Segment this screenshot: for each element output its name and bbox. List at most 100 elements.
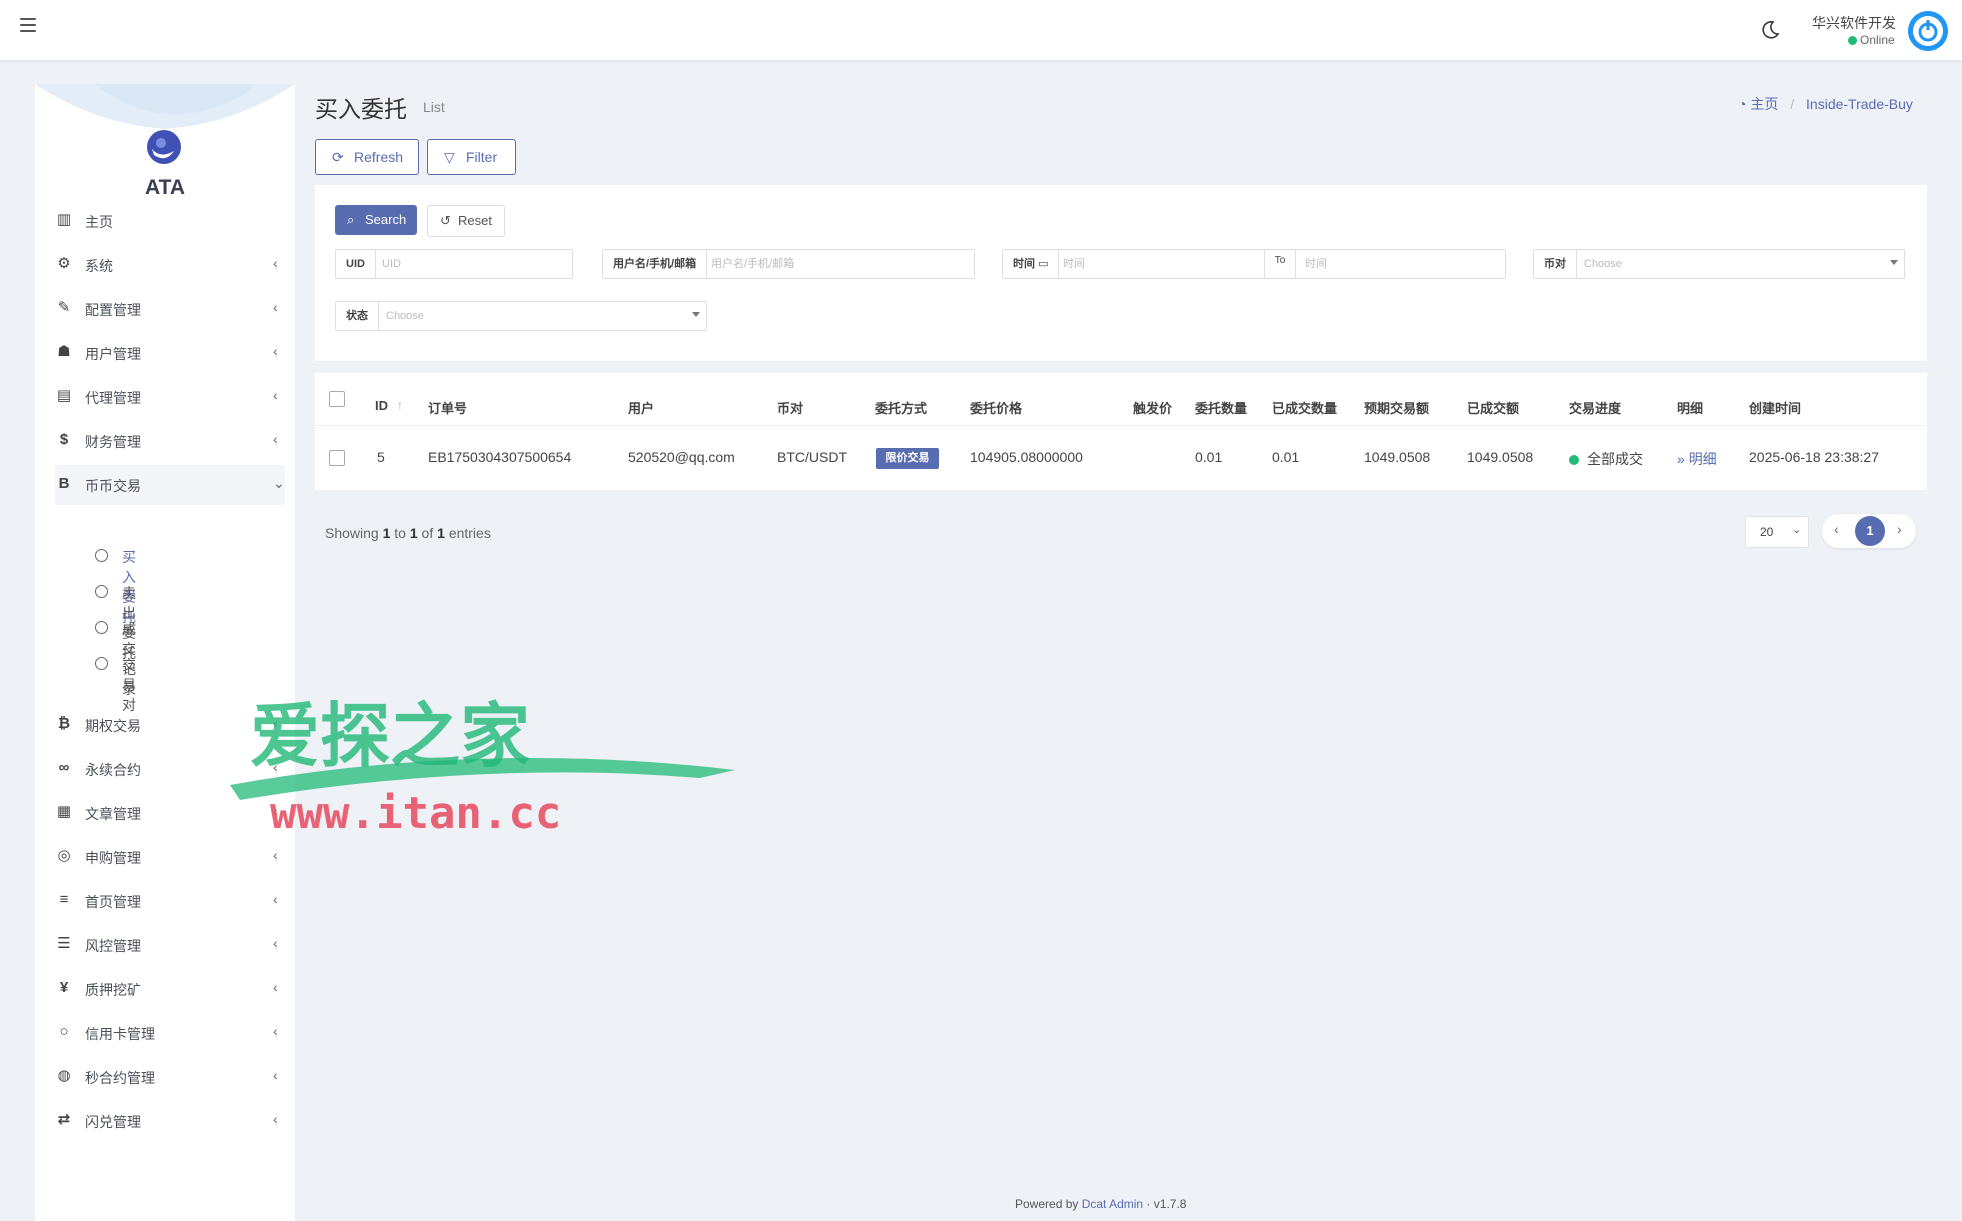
sidebar-item-10[interactable]: ◎ 申购管理 ‹ xyxy=(55,837,285,877)
breadcrumb-current[interactable]: Inside-Trade-Buy xyxy=(1806,96,1913,112)
sidebar-item-2[interactable]: ✎ 配置管理 ‹ xyxy=(55,289,285,329)
sidebar-item-label: 质押挖矿 xyxy=(85,982,141,998)
status-text: Online xyxy=(1860,33,1895,47)
sidebar-item-11[interactable]: ≡ 首页管理 ‹ xyxy=(55,881,285,921)
column-header: 创建时间 xyxy=(1749,401,1802,416)
breadcrumb: ◔ 主页 / Inside-Trade-Buy xyxy=(1738,94,1913,114)
id-card-icon: ▤ xyxy=(56,387,72,404)
sidebar-item-label: 系统 xyxy=(85,258,113,274)
header-divider xyxy=(315,425,1927,426)
sidebar-item-label: 代理管理 xyxy=(85,390,141,406)
row-checkbox[interactable] xyxy=(329,450,345,466)
sidebar-item-label: 财务管理 xyxy=(85,434,141,450)
column-header: 预期交易额 xyxy=(1364,401,1430,416)
sidebar-item-1[interactable]: ⚙ 系统 ‹ xyxy=(55,245,285,285)
dollar-icon: $ xyxy=(59,431,69,448)
pair-select[interactable]: Choose xyxy=(1584,250,1622,278)
gear-icon: ⚙ xyxy=(57,255,71,272)
select-all-checkbox[interactable] xyxy=(329,391,345,407)
chevron-left-icon: ‹ xyxy=(273,387,278,403)
uid-input[interactable]: UID xyxy=(382,250,401,278)
detail-link[interactable]: » 明细 xyxy=(1677,449,1717,469)
power-icon[interactable] xyxy=(1908,11,1948,51)
cell-quantity: 0.01 xyxy=(1195,449,1223,465)
next-page-icon[interactable]: › xyxy=(1897,521,1902,537)
breadcrumb-home[interactable]: 主页 xyxy=(1750,96,1778,112)
page-1-button[interactable]: 1 xyxy=(1855,516,1885,546)
filter-button[interactable]: ▽ Filter xyxy=(427,139,516,175)
watermark-url: www.itan.cc xyxy=(270,788,561,839)
per-page-select[interactable]: 20 ⌄ xyxy=(1745,516,1809,548)
sidebar-item-0[interactable]: ▥ 主页 xyxy=(55,201,285,241)
time-label: 时间 ▭ xyxy=(1003,250,1060,278)
hamburger-icon[interactable] xyxy=(20,18,36,32)
user-input[interactable]: 用户名/手机/邮箱 xyxy=(711,250,794,278)
time-range-filter: 时间 ▭ 时间 To 时间 xyxy=(1002,249,1506,279)
column-header: 委托数量 xyxy=(1195,401,1248,416)
ata-logo-icon xyxy=(147,130,181,164)
footer-link[interactable]: Dcat Admin xyxy=(1082,1197,1143,1211)
sidebar-item-3[interactable]: ☗ 用户管理 ‹ xyxy=(55,333,285,373)
search-button[interactable]: ⌕ Search xyxy=(335,205,417,235)
chevron-left-icon: ‹ xyxy=(273,343,278,359)
sidebar-item-14[interactable]: ○ 信用卡管理 ‹ xyxy=(55,1013,285,1053)
filter-panel: ⌕ Search ↺ Reset UID UID 用户名/手机/邮箱 用户名/手… xyxy=(315,185,1927,361)
top-navbar: 华兴软件开发 Online xyxy=(0,0,1962,60)
moon-icon[interactable] xyxy=(1760,20,1780,40)
footer: Powered by Dcat Admin · v1.7.8 xyxy=(1015,1197,1186,1211)
circle-icon xyxy=(95,549,108,562)
sidebar-subitem-label: 交易对 xyxy=(122,657,136,713)
sidebar-item-5[interactable]: $ 财务管理 ‹ xyxy=(55,421,285,461)
column-header: 触发价 xyxy=(1133,401,1173,416)
reset-button[interactable]: ↺ Reset xyxy=(427,205,505,237)
cell-created-at: 2025-06-18 23:38:27 xyxy=(1749,449,1879,465)
column-header[interactable]: ID xyxy=(375,398,388,413)
filter-label: Filter xyxy=(466,149,498,165)
status-filter[interactable]: 状态 Choose xyxy=(335,301,707,331)
sidebar-wave-decoration xyxy=(35,84,295,129)
chevron-left-icon: ‹ xyxy=(273,1023,278,1039)
watermark-image: 爱探之家 www.itan.cc xyxy=(230,695,735,839)
prev-page-icon[interactable]: ‹ xyxy=(1834,521,1839,537)
pair-filter[interactable]: 币对 Choose xyxy=(1533,249,1905,279)
time-to-input[interactable]: 时间 xyxy=(1305,250,1327,278)
sidebar: ATA ▥ 主页 ⚙ 系统 ‹ ✎ 配置管理 ‹ ☗ 用户管理 ‹ ▤ 代理管理 ‹ $ 财务管理 ‹ B 币币交易… xyxy=(35,84,295,1221)
yen-icon: ¥ xyxy=(59,979,69,996)
chevron-left-icon: ‹ xyxy=(273,1067,278,1083)
sidebar-item-label: 配置管理 xyxy=(85,302,141,318)
sidebar-item-12[interactable]: ☰ 风控管理 ‹ xyxy=(55,925,285,965)
circle-icon xyxy=(95,621,108,634)
funnel-icon: ▽ xyxy=(444,149,455,165)
time-from-input[interactable]: 时间 xyxy=(1063,250,1085,278)
double-chevron-icon: » xyxy=(1677,451,1685,467)
sidebar-item-label: 闪兑管理 xyxy=(85,1114,141,1130)
per-page-value: 20 xyxy=(1760,525,1774,539)
sidebar-item-label: 风控管理 xyxy=(85,938,141,954)
chevron-down-icon xyxy=(692,312,700,317)
circle-icon xyxy=(95,585,108,598)
status-select[interactable]: Choose xyxy=(386,302,424,330)
indent-icon: ☰ xyxy=(57,935,71,952)
refresh-label: Refresh xyxy=(354,149,404,165)
chevron-left-icon: ‹ xyxy=(273,1111,278,1127)
sidebar-item-13[interactable]: ¥ 质押挖矿 ‹ xyxy=(55,969,285,1009)
cell-user: 520520@qq.com xyxy=(628,449,735,465)
search-label: Search xyxy=(365,212,407,227)
uid-label: UID xyxy=(336,250,376,278)
watermark-title: 爱探之家 xyxy=(250,695,530,777)
chevron-left-icon: ‹ xyxy=(273,299,278,315)
user-name[interactable]: 华兴软件开发 xyxy=(1812,13,1896,33)
sidebar-item-6[interactable]: B 币币交易 ⌄ xyxy=(55,465,285,505)
sort-arrow-icon[interactable]: ↑ xyxy=(397,398,403,412)
sidebar-item-16[interactable]: ⇄ 闪兑管理 ‹ xyxy=(55,1101,285,1141)
sidebar-item-4[interactable]: ▤ 代理管理 ‹ xyxy=(55,377,285,417)
sidebar-item-label: 用户管理 xyxy=(85,346,141,362)
sidebar-item-15[interactable]: ◍ 秒合约管理 ‹ xyxy=(55,1057,285,1097)
list-icon: ≡ xyxy=(59,891,69,908)
wrench-icon: ✎ xyxy=(57,299,71,316)
column-header: 订单号 xyxy=(428,401,468,416)
column-header: 交易进度 xyxy=(1569,401,1622,416)
refresh-button[interactable]: ⟳ Refresh xyxy=(315,139,419,175)
link-icon: ∞ xyxy=(58,759,70,776)
column-header: 委托价格 xyxy=(970,401,1023,416)
